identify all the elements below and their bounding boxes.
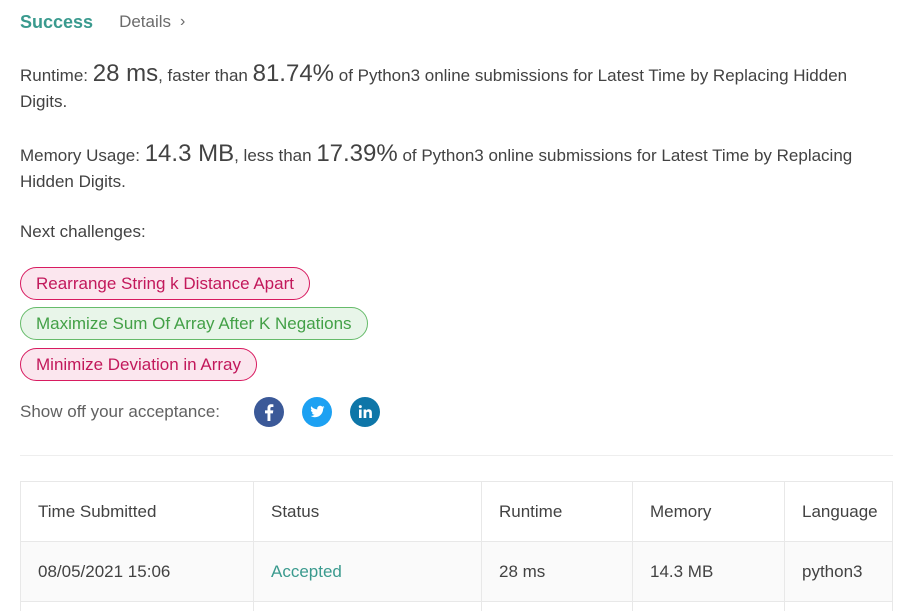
- chevron-right-icon: ›: [180, 13, 186, 30]
- twitter-icon[interactable]: [302, 397, 333, 427]
- memory-percent: 17.39%: [316, 140, 398, 167]
- submissions-table: Time Submitted Status Runtime Memory Lan…: [20, 481, 893, 611]
- cell-runtime: 28 ms: [481, 541, 633, 602]
- partial-cell: [481, 601, 633, 611]
- column-header-status[interactable]: Status: [253, 481, 482, 542]
- facebook-icon[interactable]: [254, 397, 285, 427]
- runtime-summary: Runtime: 28 ms, faster than 81.74% of Py…: [20, 61, 880, 115]
- table-row: 08/05/2021 15:06 Accepted 28 ms 14.3 MB …: [20, 541, 893, 602]
- memory-summary: Memory Usage: 14.3 MB, less than 17.39% …: [20, 141, 880, 195]
- runtime-label: Runtime:: [20, 66, 93, 85]
- details-link[interactable]: Details ›: [119, 12, 185, 32]
- result-header: Success Details ›: [20, 10, 185, 34]
- cell-memory: 14.3 MB: [632, 541, 785, 602]
- partial-cell: [20, 601, 254, 611]
- challenge-tag-maximize-sum[interactable]: Maximize Sum Of Array After K Negations: [20, 307, 368, 340]
- linkedin-icon[interactable]: [350, 397, 381, 427]
- memory-mid: , less than: [234, 146, 317, 165]
- runtime-mid: , faster than: [158, 66, 253, 85]
- share-row: Show off your acceptance:: [20, 396, 398, 428]
- runtime-percent: 81.74%: [252, 60, 335, 87]
- table-row-partial: [20, 601, 893, 611]
- challenge-tag-rearrange-string[interactable]: Rearrange String k Distance Apart: [20, 267, 310, 300]
- column-header-time-submitted[interactable]: Time Submitted: [20, 481, 254, 542]
- details-label: Details: [119, 12, 172, 31]
- next-challenges-label: Next challenges:: [20, 222, 146, 241]
- share-label: Show off your acceptance:: [20, 402, 221, 421]
- column-header-memory[interactable]: Memory: [632, 481, 785, 542]
- divider: [20, 455, 893, 456]
- cell-language: python3: [784, 541, 893, 602]
- partial-cell: [253, 601, 482, 611]
- cell-time-submitted: 08/05/2021 15:06: [20, 541, 254, 602]
- status-title: Success: [20, 11, 94, 32]
- partial-cell: [784, 601, 893, 611]
- share-icons: [254, 397, 398, 427]
- partial-cell: [632, 601, 785, 611]
- column-header-runtime[interactable]: Runtime: [481, 481, 633, 542]
- runtime-value: 28 ms: [92, 60, 159, 87]
- table-header-row: Time Submitted Status Runtime Memory Lan…: [20, 481, 893, 542]
- challenge-tag-minimize-deviation[interactable]: Minimize Deviation in Array: [20, 348, 258, 381]
- memory-label: Memory Usage:: [20, 146, 145, 165]
- column-header-language[interactable]: Language: [784, 481, 893, 542]
- cell-status-link[interactable]: Accepted: [253, 541, 482, 602]
- memory-value: 14.3 MB: [144, 140, 235, 167]
